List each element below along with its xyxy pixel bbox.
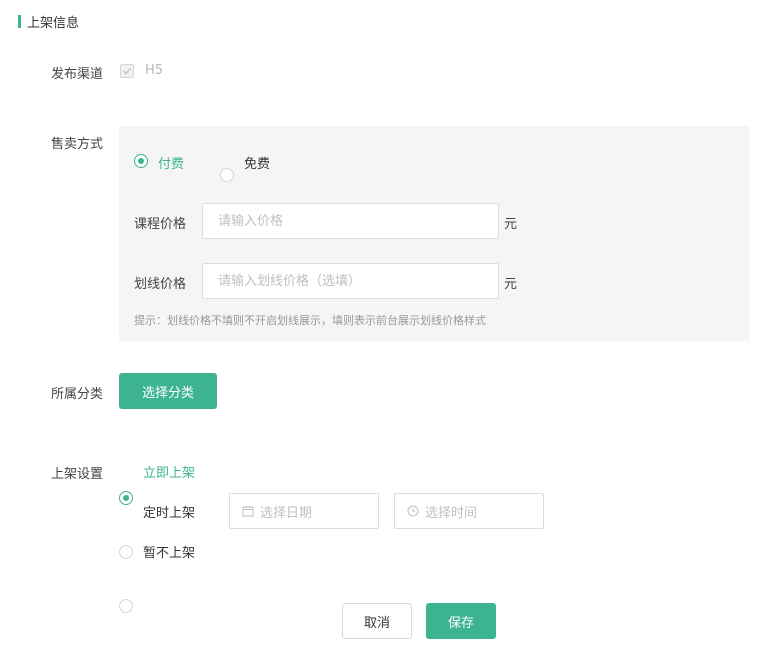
channel-label: 发布渠道 xyxy=(51,67,104,82)
sale-free-label[interactable]: 免费 xyxy=(244,153,270,172)
sale-paid-radio[interactable] xyxy=(134,154,148,168)
sale-paid-label[interactable]: 付费 xyxy=(158,153,184,172)
save-button[interactable]: 保存 xyxy=(426,603,496,639)
listing-later-label[interactable]: 暂不上架 xyxy=(143,542,195,561)
channel-option-label: H5 xyxy=(145,63,164,78)
check-icon xyxy=(123,68,132,75)
listing-now-radio[interactable] xyxy=(119,491,133,505)
listing-scheduled-label[interactable]: 定时上架 xyxy=(143,502,195,521)
time-picker[interactable]: 选择时间 xyxy=(394,493,544,529)
strike-price-input[interactable] xyxy=(202,263,499,299)
section-accent-bar xyxy=(18,14,21,28)
strike-price-unit: 元 xyxy=(504,277,518,292)
listing-label: 上架设置 xyxy=(51,467,104,482)
date-picker-placeholder: 选择日期 xyxy=(260,505,313,521)
channel-h5-checkbox[interactable] xyxy=(120,64,134,78)
section-title-text: 上架信息 xyxy=(27,15,80,31)
section-title: 上架信息 xyxy=(18,13,80,31)
listing-later-radio[interactable] xyxy=(119,599,133,613)
clock-icon xyxy=(407,505,419,517)
sale-label: 售卖方式 xyxy=(51,137,104,152)
strike-price-label: 划线价格 xyxy=(134,277,187,292)
cancel-button[interactable]: 取消 xyxy=(342,603,412,639)
sale-free-radio[interactable] xyxy=(220,168,234,182)
price-label: 课程价格 xyxy=(134,217,187,232)
listing-scheduled-radio[interactable] xyxy=(119,545,133,559)
price-unit: 元 xyxy=(504,217,518,232)
select-category-button[interactable]: 选择分类 xyxy=(119,373,217,409)
calendar-icon xyxy=(242,506,254,517)
strike-price-hint: 提示：划线价格不填则不开启划线展示，填则表示前台展示划线价格样式 xyxy=(134,314,486,327)
listing-now-label[interactable]: 立即上架 xyxy=(143,462,195,481)
price-input[interactable] xyxy=(202,203,499,239)
category-label: 所属分类 xyxy=(51,387,104,402)
date-picker[interactable]: 选择日期 xyxy=(229,493,379,529)
time-picker-placeholder: 选择时间 xyxy=(425,505,478,521)
